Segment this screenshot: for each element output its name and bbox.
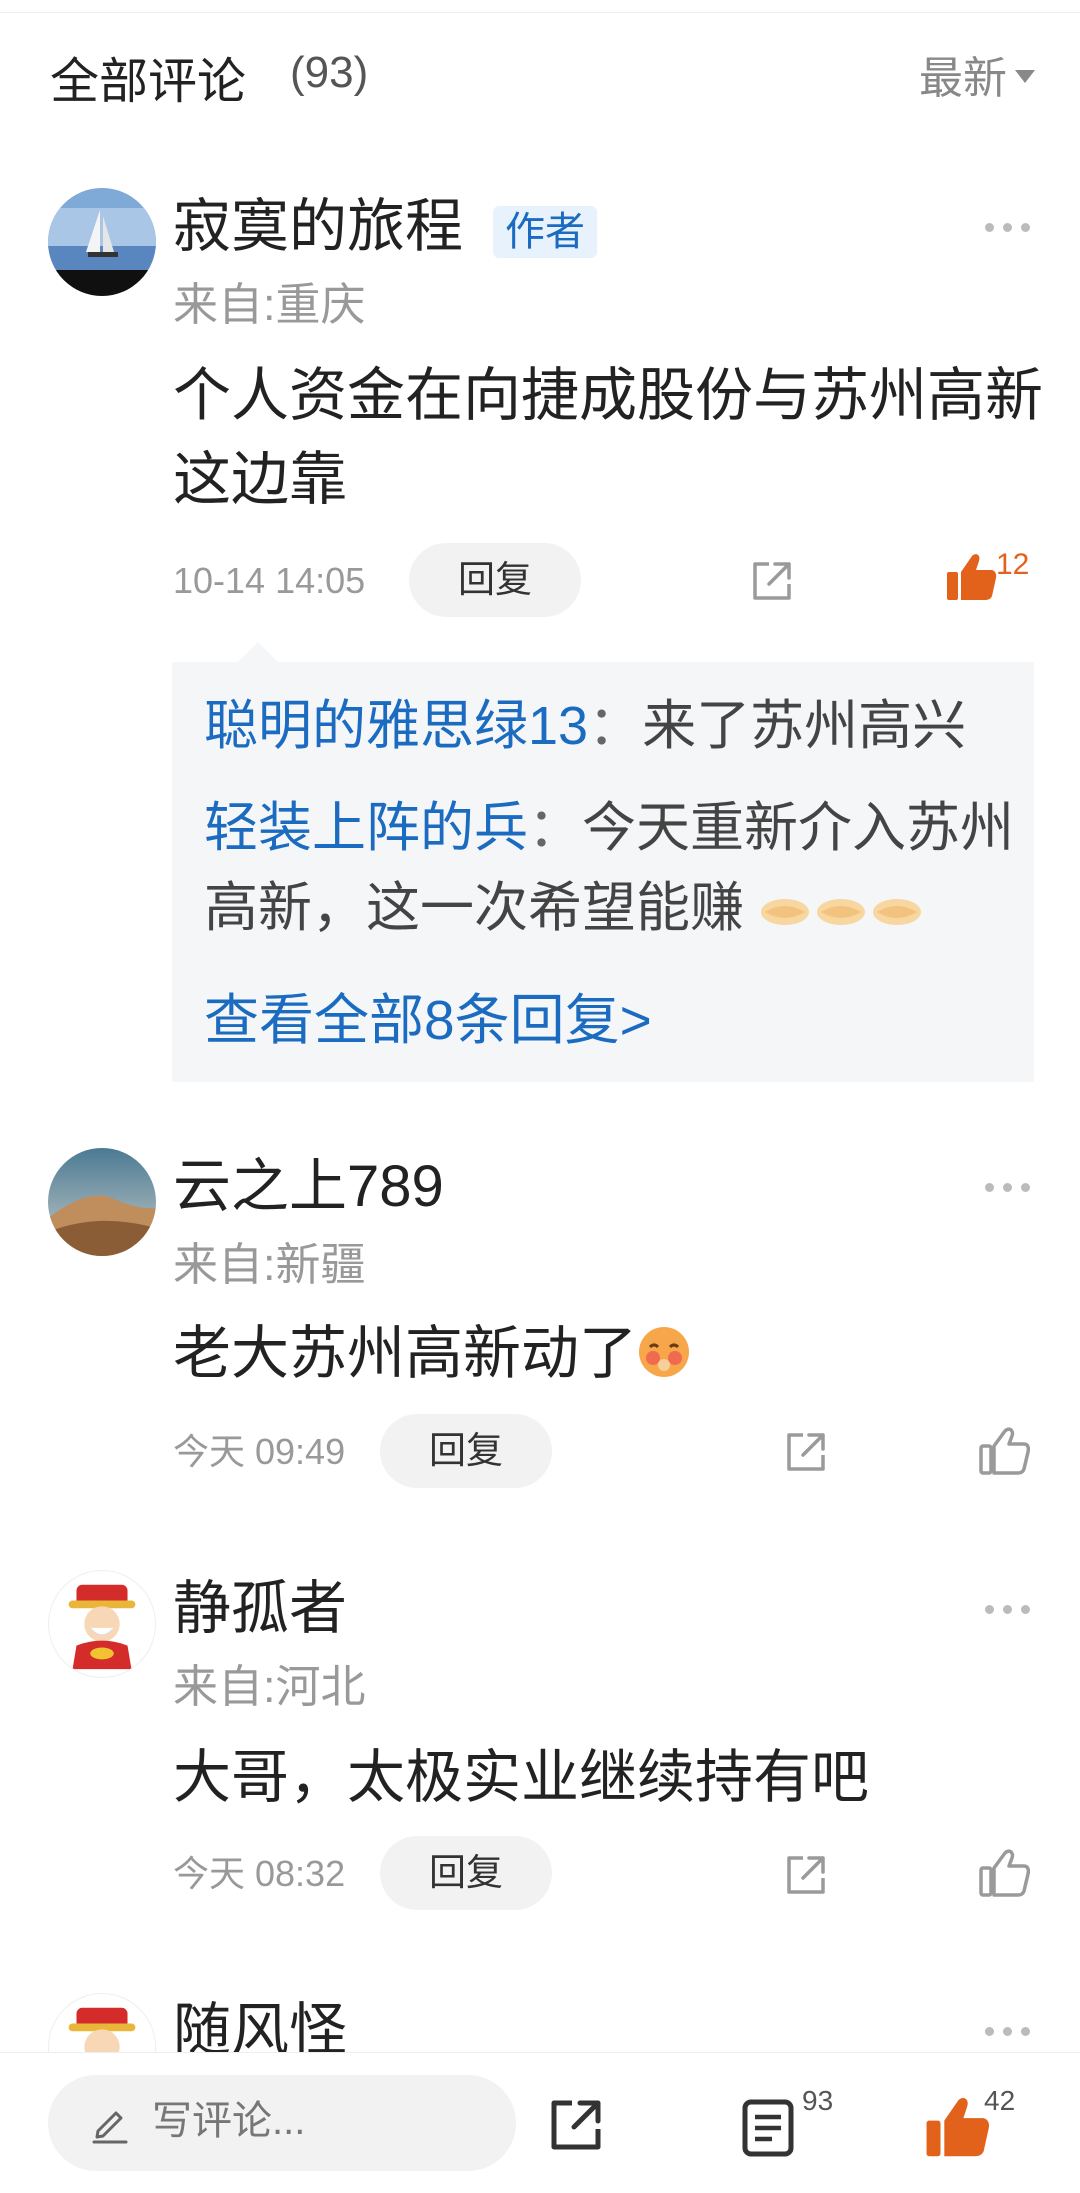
- handshake-emoji: [873, 899, 922, 925]
- reply-item[interactable]: 轻装上阵的兵：今天重新介入苏州高新，这一次希望能赚: [204, 788, 1014, 948]
- desert-avatar-image: [48, 1148, 156, 1256]
- more-icon[interactable]: [985, 1605, 1030, 1614]
- comment-text: 老大苏州高新动了: [173, 1312, 1043, 1396]
- sort-dropdown[interactable]: 最新: [919, 42, 1035, 106]
- share-icon[interactable]: [749, 558, 795, 604]
- comment-time: 今天 08:32: [173, 1853, 346, 1894]
- avatar[interactable]: [48, 188, 156, 296]
- avatar[interactable]: [48, 1148, 156, 1256]
- comment-text: 个人资金在向捷成股份与苏州高新这边靠: [173, 363, 1044, 512]
- sort-label: 最新: [919, 54, 1007, 103]
- like-count: 12: [996, 548, 1030, 581]
- comments-count: (93): [290, 48, 369, 97]
- pencil-icon: [92, 2111, 128, 2144]
- handshake-emoji: [817, 899, 866, 925]
- replies-box: 聪明的雅思绿13：来了苏州高兴 轻装上阵的兵：今天重新介入苏州高新，这一次希望能…: [172, 662, 1034, 1082]
- comment-count-badge: 93: [802, 2085, 834, 2116]
- thumbs-up-icon[interactable]: [924, 2095, 990, 2159]
- author-badge: 作者: [493, 206, 597, 258]
- thumbs-up-icon[interactable]: [978, 1848, 1030, 1898]
- more-icon[interactable]: [985, 1183, 1030, 1192]
- top-divider: [0, 12, 1080, 13]
- reply-button[interactable]: 回复: [409, 543, 581, 617]
- comment-time: 10-14 14:05: [173, 560, 366, 601]
- comment-time: 今天 09:49: [173, 1431, 346, 1472]
- more-icon[interactable]: [985, 2027, 1030, 2036]
- view-all-replies-link[interactable]: 查看全部8条回复>: [204, 980, 652, 1060]
- reply-username[interactable]: 轻装上阵的兵: [204, 798, 528, 858]
- reply-username[interactable]: 聪明的雅思绿13: [204, 696, 588, 756]
- reply-box-pointer: [238, 642, 278, 662]
- like-count-badge: 42: [984, 2085, 1016, 2116]
- comment-location: 来自:河北: [173, 1661, 366, 1712]
- reply-button[interactable]: 回复: [380, 1414, 552, 1488]
- comment-username[interactable]: 寂寞的旅程: [173, 198, 463, 256]
- thumbs-up-icon[interactable]: [945, 552, 997, 602]
- comment-username[interactable]: 静孤者: [173, 1580, 347, 1638]
- reply-button[interactable]: 回复: [380, 1836, 552, 1910]
- share-icon[interactable]: [783, 1429, 829, 1475]
- comments-header: 全部评论 (93) 最新: [50, 40, 1035, 110]
- comment-location: 来自:新疆: [173, 1239, 366, 1290]
- reply-item[interactable]: 聪明的雅思绿13：来了苏州高兴: [204, 686, 1014, 766]
- chevron-down-icon: [1015, 69, 1035, 83]
- bottom-action-bar: 写评论... 93 42: [0, 2052, 1080, 2193]
- comment-list-icon[interactable]: [742, 2099, 794, 2157]
- share-icon[interactable]: [783, 1852, 829, 1898]
- avatar[interactable]: [48, 1570, 156, 1678]
- more-icon[interactable]: [985, 223, 1030, 232]
- write-comment-input[interactable]: 写评论...: [48, 2075, 516, 2171]
- handshake-emoji: [761, 899, 810, 925]
- sailboat-avatar-image: [48, 188, 156, 296]
- write-comment-placeholder: 写评论...: [152, 2099, 306, 2143]
- thumbs-up-icon[interactable]: [978, 1426, 1030, 1476]
- blushing-emoji: [639, 1327, 690, 1377]
- comment-location: 来自:重庆: [173, 279, 366, 330]
- fortune-god-avatar-image: [68, 1584, 136, 1670]
- comments-title: 全部评论: [50, 55, 247, 109]
- share-icon[interactable]: [548, 2097, 604, 2153]
- comment-username[interactable]: 云之上789: [173, 1158, 444, 1216]
- reply-text: 来了苏州高兴: [642, 696, 967, 756]
- comment-text: 大哥，太极实业继续持有吧: [173, 1745, 870, 1810]
